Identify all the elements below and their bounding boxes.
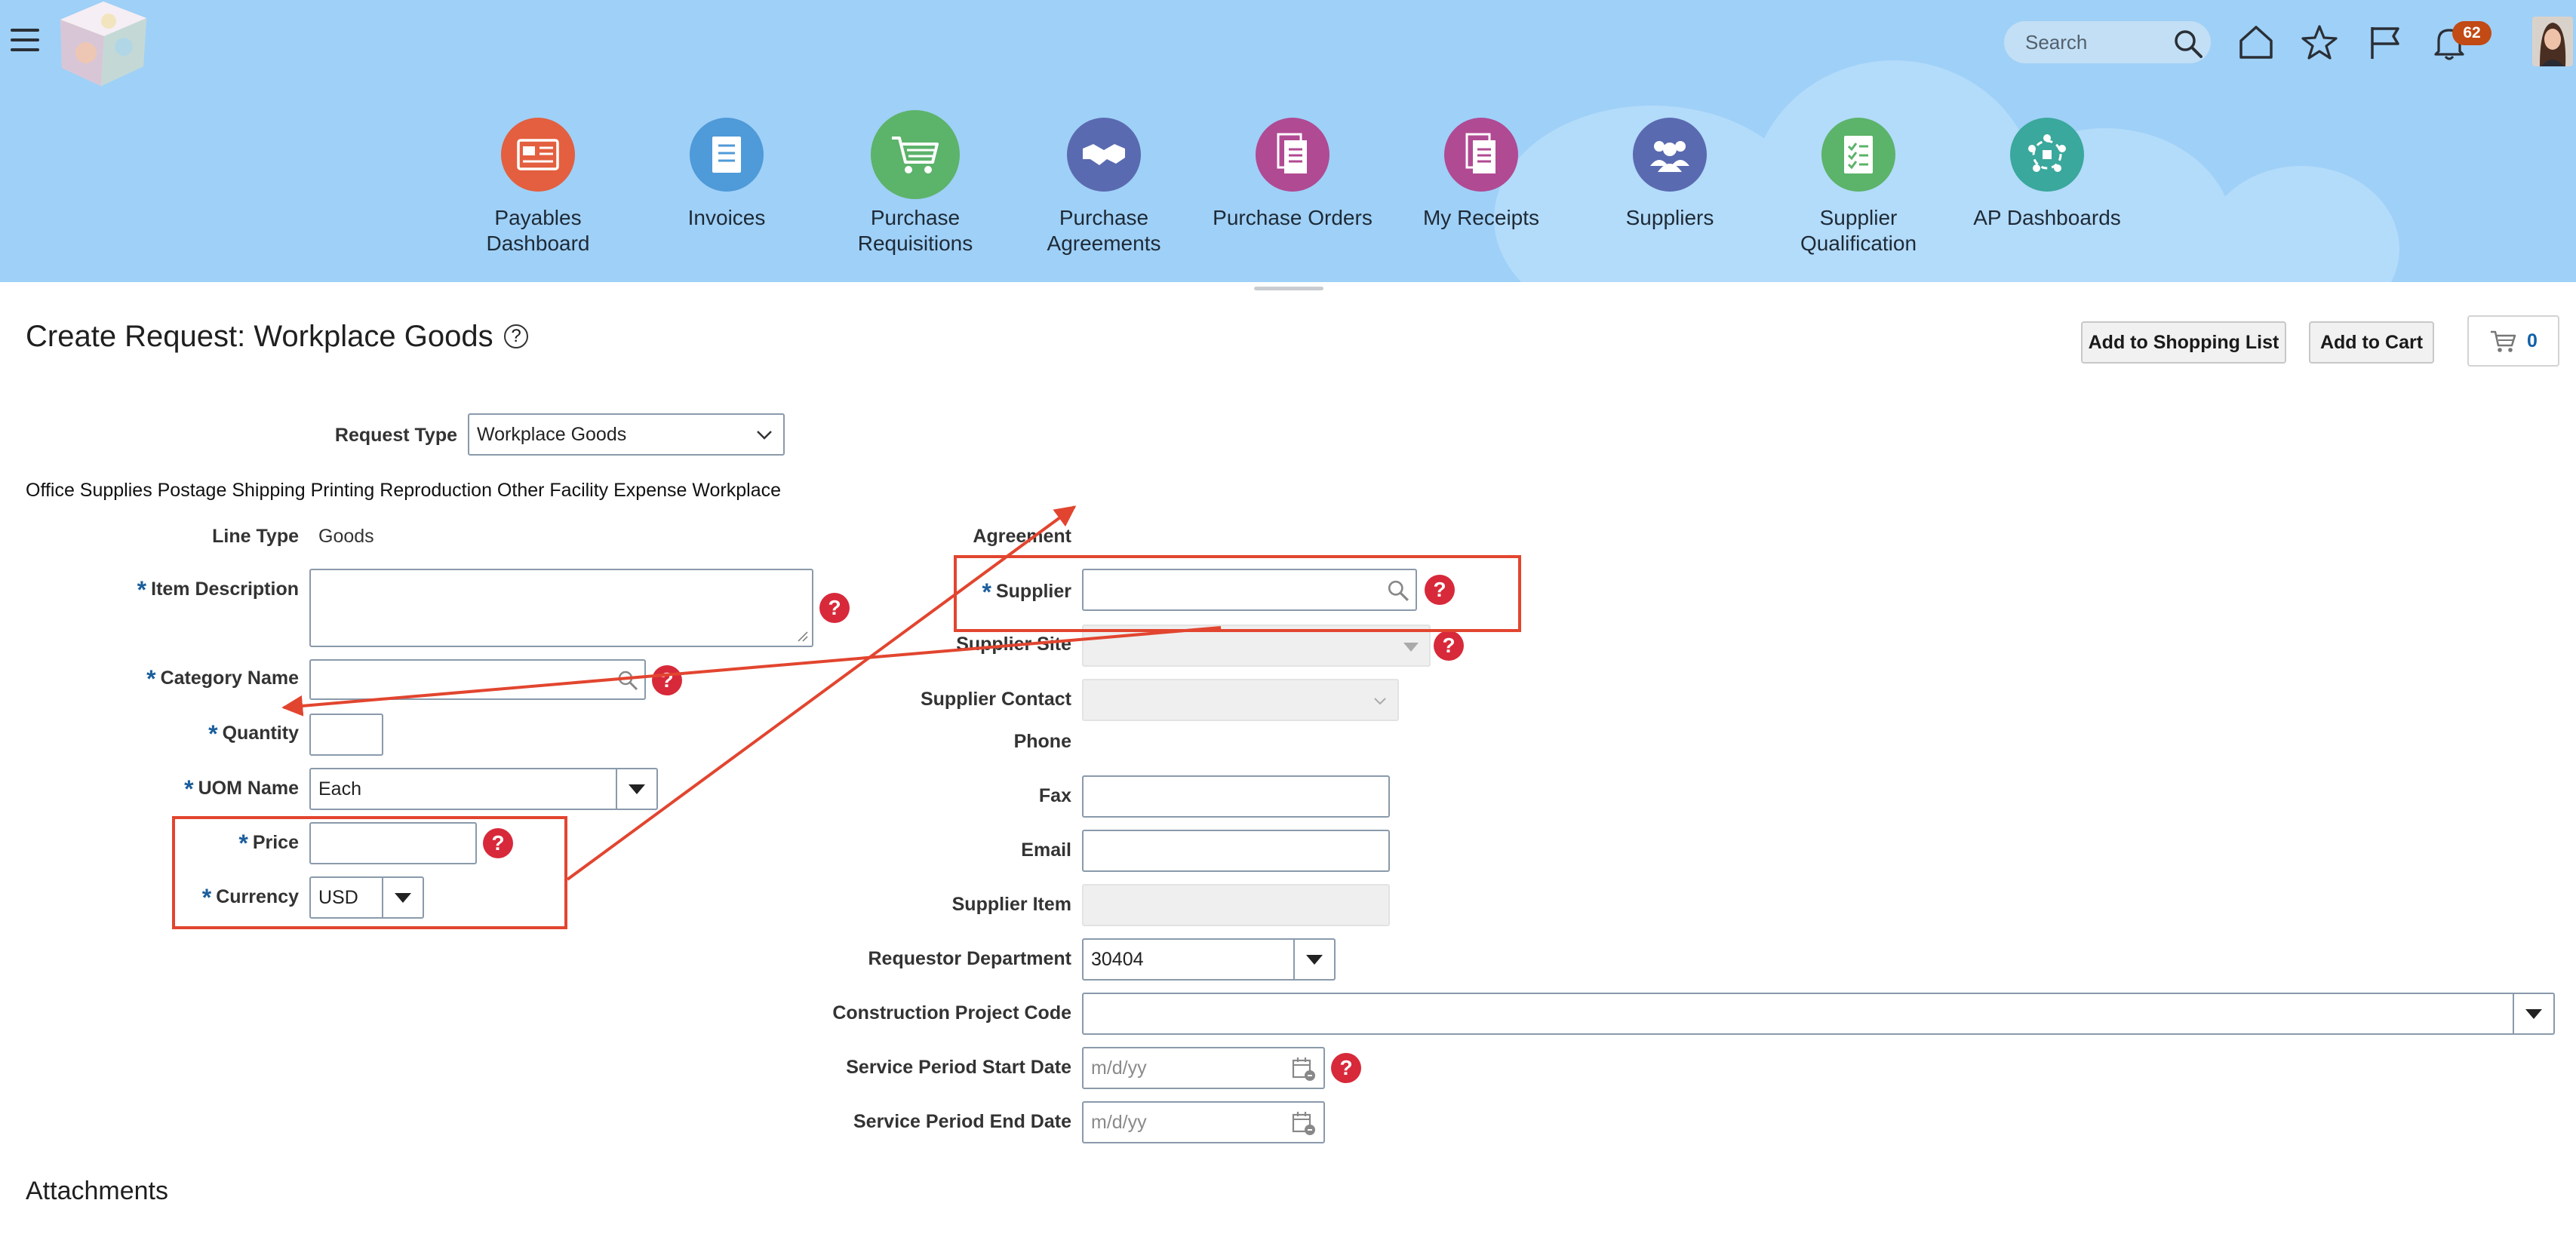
price-currency-highlight-box	[172, 816, 567, 929]
annotation-overlay	[172, 505, 1521, 929]
annotation-arrow	[281, 626, 1222, 717]
supplier-highlight-box	[954, 555, 1521, 632]
annotation-arrow	[566, 505, 1077, 881]
